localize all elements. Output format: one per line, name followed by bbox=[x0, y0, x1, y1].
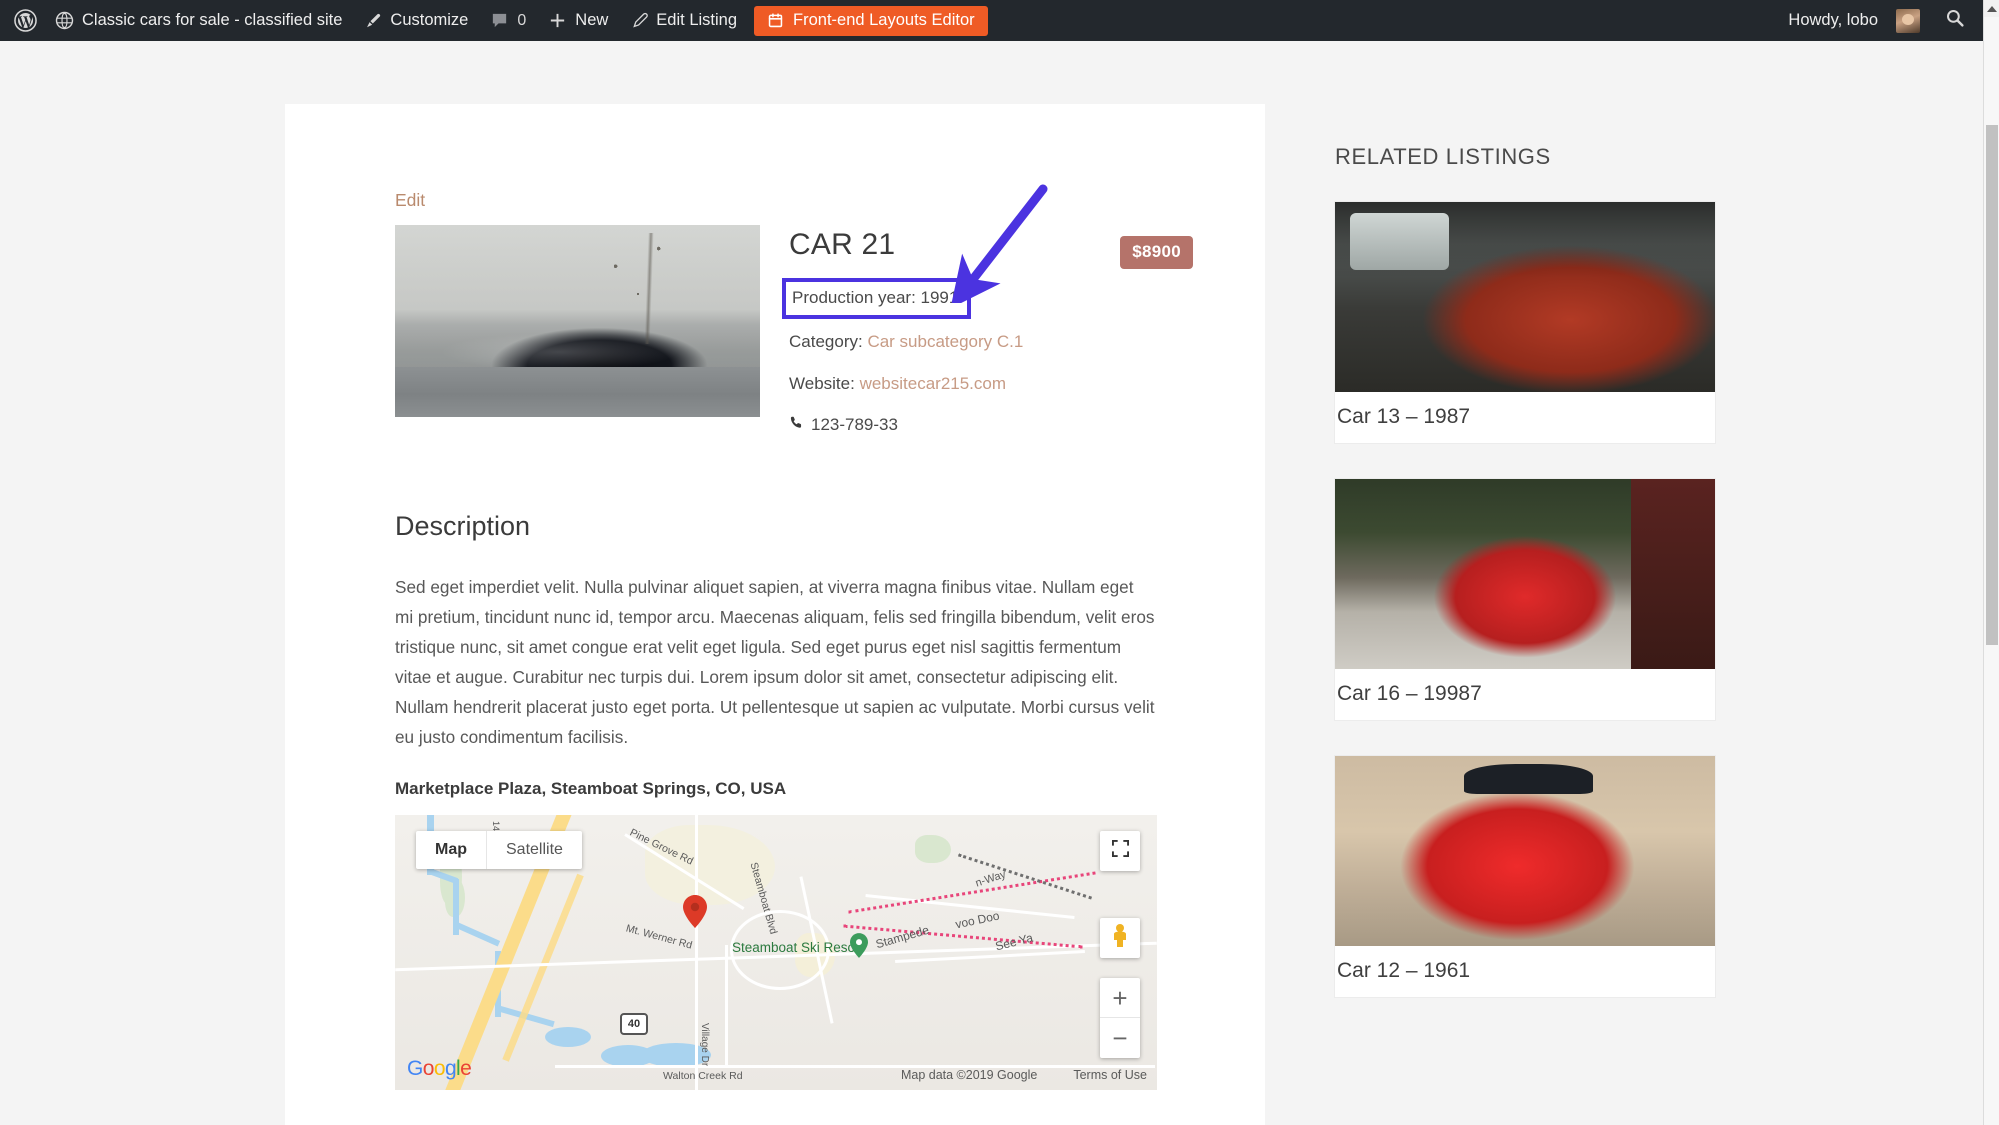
listing-main-photo[interactable] bbox=[395, 225, 760, 417]
map-green-area-3 bbox=[915, 835, 951, 864]
production-year-highlight-box: Production year: 1991 bbox=[782, 278, 972, 320]
website-value-link[interactable]: websitecar215.com bbox=[860, 374, 1006, 393]
phone-number: 123-789-33 bbox=[811, 415, 898, 435]
admin-bar-right: Howdy, lobo bbox=[1777, 0, 1983, 41]
website-label: Website: bbox=[789, 373, 855, 393]
fullscreen-icon bbox=[1111, 840, 1129, 862]
layout-editor-icon bbox=[767, 12, 784, 29]
new-content-link[interactable]: New bbox=[537, 0, 619, 41]
related-listing-card[interactable]: Car 13 – 1987 bbox=[1335, 202, 1715, 443]
production-year-row: Production year: 1991 bbox=[792, 288, 959, 307]
map-road-b bbox=[695, 815, 698, 1091]
map-zoom-in-button[interactable]: + bbox=[1100, 978, 1140, 1019]
related-listing-thumbnail[interactable] bbox=[1335, 479, 1715, 669]
description-heading: Description bbox=[395, 511, 531, 542]
listing-header: CAR 21 Production year: 1991 Category: C… bbox=[395, 225, 1193, 435]
description-body: Sed eget imperdiet velit. Nulla pulvinar… bbox=[395, 577, 1155, 748]
category-label: Category: bbox=[789, 332, 863, 352]
listing-card: Edit CAR 21 Production year: 1991 Catego… bbox=[285, 104, 1265, 1125]
frontend-layouts-editor-button[interactable]: Front-end Layouts Editor bbox=[754, 5, 988, 36]
map-tab-map[interactable]: Map bbox=[416, 831, 486, 869]
map-attribution: Map data ©2019 Google bbox=[900, 1068, 1038, 1083]
comments-link[interactable]: 0 bbox=[479, 0, 537, 41]
map-label-hwy-14: 14 bbox=[491, 821, 502, 832]
map-zoom-control[interactable]: + − bbox=[1100, 978, 1140, 1059]
photo-highlight bbox=[438, 332, 680, 371]
website-row: Website: websitecar215.com bbox=[789, 374, 1185, 394]
phone-icon bbox=[789, 415, 804, 435]
map-tab-satellite[interactable]: Satellite bbox=[486, 831, 582, 870]
scrollbar-track[interactable] bbox=[1984, 17, 1999, 1125]
google-logo: Google bbox=[407, 1057, 472, 1081]
map-streetview-pegman[interactable] bbox=[1100, 918, 1140, 959]
map-label-steamboat-ski-resort: Steamboat Ski Resort bbox=[732, 940, 864, 956]
wp-logo-menu[interactable] bbox=[0, 0, 44, 41]
howdy-label: Howdy, lobo bbox=[1788, 11, 1878, 29]
related-listing-caption[interactable]: Car 16 – 19987 bbox=[1335, 669, 1715, 720]
site-title: Classic cars for sale - classified site bbox=[82, 11, 343, 29]
frontend-layouts-editor-label: Front-end Layouts Editor bbox=[793, 11, 975, 29]
site-name-menu[interactable]: Classic cars for sale - classified site bbox=[44, 0, 353, 41]
comment-count: 0 bbox=[517, 11, 527, 29]
google-map[interactable]: Pine Grove Rd Steamboat Blvd Mt. Werner … bbox=[395, 815, 1157, 1091]
search-icon bbox=[1945, 9, 1965, 32]
scrollbar-up-arrow[interactable] bbox=[1984, 0, 1999, 17]
dashboard-home-icon bbox=[55, 11, 74, 30]
wp-admin-bar: Classic cars for sale - classified site … bbox=[0, 0, 1983, 41]
map-label-walton-creek-rd: Walton Creek Rd bbox=[663, 1070, 743, 1083]
listing-photo-wrap bbox=[395, 225, 760, 435]
map-highway-shield-40: 40 bbox=[620, 1013, 648, 1036]
listing-address: Marketplace Plaza, Steamboat Springs, CO… bbox=[395, 779, 787, 799]
edit-listing-link[interactable]: Edit Listing bbox=[619, 0, 748, 41]
map-road-g bbox=[725, 945, 728, 1066]
map-highway-shield-label: 40 bbox=[627, 1018, 641, 1031]
related-listing-caption[interactable]: Car 13 – 1987 bbox=[1335, 392, 1715, 443]
map-label-village-dr: Village Dr bbox=[699, 1023, 710, 1067]
related-listing-card[interactable]: Car 16 – 19987 bbox=[1335, 479, 1715, 720]
map-terms-link[interactable]: Terms of Use bbox=[1073, 1068, 1147, 1082]
pencil-icon bbox=[630, 12, 649, 30]
edit-listing-inline-link[interactable]: Edit bbox=[395, 190, 425, 211]
admin-search-button[interactable] bbox=[1931, 8, 1983, 33]
plus-icon bbox=[548, 11, 567, 30]
scrollbar-thumb[interactable] bbox=[1986, 125, 1998, 645]
edit-listing-label: Edit Listing bbox=[656, 11, 738, 29]
new-label: New bbox=[575, 11, 609, 29]
price-badge: $8900 bbox=[1120, 236, 1193, 269]
pegman-icon bbox=[1109, 923, 1131, 953]
listing-details: CAR 21 Production year: 1991 Category: C… bbox=[760, 225, 1193, 435]
related-listing-thumbnail[interactable] bbox=[1335, 202, 1715, 392]
related-listing-card[interactable]: Car 12 – 1961 bbox=[1335, 756, 1715, 997]
customize-label: Customize bbox=[390, 11, 469, 29]
map-footer: Map data ©2019 Google Terms of Use bbox=[901, 1068, 1147, 1082]
page-scrollbar[interactable] bbox=[1983, 0, 1999, 1125]
map-type-control[interactable]: Map Satellite bbox=[416, 831, 582, 870]
paintbrush-icon bbox=[364, 12, 382, 30]
avatar bbox=[1896, 8, 1920, 33]
phone-row: 123-789-33 bbox=[789, 415, 1185, 435]
comment-bubble-icon bbox=[490, 11, 509, 30]
map-location-marker[interactable] bbox=[683, 895, 707, 929]
related-listings-title: RELATED LISTINGS bbox=[1335, 144, 1551, 169]
wordpress-logo-icon bbox=[14, 9, 37, 32]
category-row: Category: Car subcategory C.1 bbox=[789, 332, 1185, 352]
map-poi-marker[interactable] bbox=[850, 933, 872, 963]
page-canvas: Edit CAR 21 Production year: 1991 Catego… bbox=[0, 41, 1983, 1125]
map-zoom-out-button[interactable]: − bbox=[1100, 1018, 1140, 1058]
map-fullscreen-button[interactable] bbox=[1100, 831, 1140, 872]
related-listing-caption[interactable]: Car 12 – 1961 bbox=[1335, 946, 1715, 997]
customize-link[interactable]: Customize bbox=[353, 0, 479, 41]
related-listings-sidebar: RELATED LISTINGS Car 13 – 1987 Car 16 – … bbox=[1335, 104, 1715, 1033]
category-value-link[interactable]: Car subcategory C.1 bbox=[867, 332, 1023, 351]
my-account-menu[interactable]: Howdy, lobo bbox=[1777, 0, 1931, 41]
related-listing-thumbnail[interactable] bbox=[1335, 756, 1715, 946]
